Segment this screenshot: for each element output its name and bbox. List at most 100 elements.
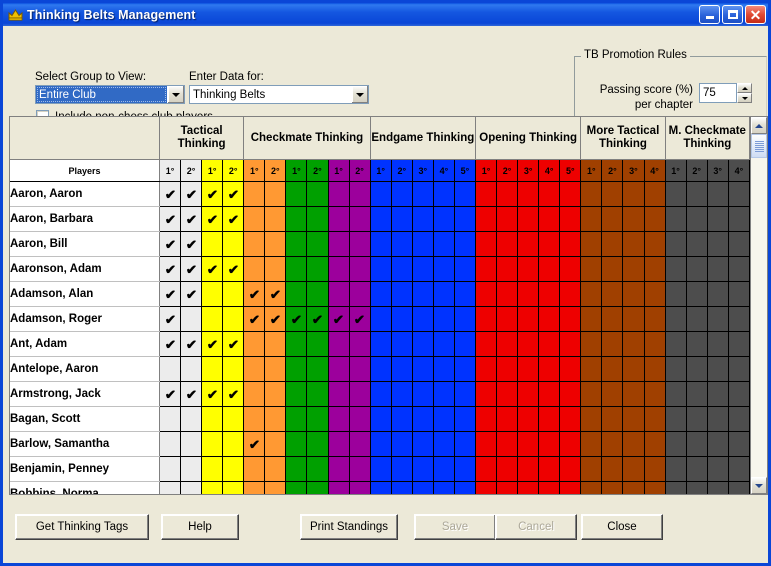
belt-cell[interactable] xyxy=(517,356,540,382)
belt-cell[interactable] xyxy=(411,306,434,332)
belt-cell[interactable] xyxy=(306,356,329,382)
belt-cell[interactable] xyxy=(517,256,540,282)
belt-cell[interactable]: ✔ xyxy=(327,306,350,332)
belt-cell[interactable]: ✔ xyxy=(158,231,182,257)
belt-cell[interactable] xyxy=(622,381,645,407)
belt-cell[interactable] xyxy=(327,456,350,482)
chevron-down-icon[interactable] xyxy=(167,86,184,103)
belt-cell[interactable] xyxy=(348,456,371,482)
belt-cell[interactable] xyxy=(538,431,561,457)
belt-cell[interactable] xyxy=(580,231,603,257)
belt-cell[interactable] xyxy=(222,306,245,332)
belt-cell[interactable] xyxy=(643,331,666,357)
belt-cell[interactable] xyxy=(475,231,498,257)
belt-cell[interactable] xyxy=(453,231,477,257)
belt-cell[interactable]: ✔ xyxy=(180,231,203,257)
belt-cell[interactable] xyxy=(706,206,729,232)
belt-cell[interactable] xyxy=(538,281,561,307)
belt-cell[interactable]: ✔ xyxy=(222,256,245,282)
belt-cell[interactable] xyxy=(432,206,455,232)
belt-cell[interactable] xyxy=(348,181,371,207)
belt-cell[interactable] xyxy=(664,256,687,282)
belt-cell[interactable] xyxy=(453,306,477,332)
vertical-scrollbar[interactable] xyxy=(750,117,767,494)
belt-cell[interactable]: ✔ xyxy=(201,206,224,232)
belt-cell[interactable] xyxy=(580,306,603,332)
belt-cell[interactable]: ✔ xyxy=(180,381,203,407)
belt-cell[interactable]: ✔ xyxy=(158,381,182,407)
belt-cell[interactable] xyxy=(706,306,729,332)
belt-cell[interactable] xyxy=(622,456,645,482)
group-select-combo[interactable]: Entire Club xyxy=(35,85,185,104)
belt-cell[interactable] xyxy=(453,206,477,232)
belt-cell[interactable]: ✔ xyxy=(243,306,266,332)
belt-cell[interactable] xyxy=(622,356,645,382)
belt-cell[interactable] xyxy=(622,331,645,357)
belt-cell[interactable] xyxy=(475,381,498,407)
belt-cell[interactable] xyxy=(727,431,751,457)
belt-cell[interactable] xyxy=(622,431,645,457)
sub-header-5[interactable]: 2° xyxy=(264,159,287,182)
belt-cell[interactable] xyxy=(453,356,477,382)
belt-cell[interactable] xyxy=(727,256,751,282)
belt-cell[interactable]: ✔ xyxy=(158,206,182,232)
belt-cell[interactable] xyxy=(348,406,371,432)
belt-cell[interactable]: ✔ xyxy=(348,306,371,332)
belt-cell[interactable] xyxy=(432,331,455,357)
belt-cell[interactable] xyxy=(348,381,371,407)
belt-cell[interactable] xyxy=(369,206,392,232)
belt-cell[interactable] xyxy=(706,431,729,457)
belt-cell[interactable]: ✔ xyxy=(158,306,182,332)
passing-score-input[interactable]: 75 xyxy=(699,83,737,103)
belt-cell[interactable] xyxy=(158,431,182,457)
sub-header-1[interactable]: 2° xyxy=(180,159,203,182)
sub-header-10[interactable]: 1° xyxy=(369,159,392,182)
belt-cell[interactable] xyxy=(369,281,392,307)
belt-cell[interactable] xyxy=(264,406,287,432)
belt-cell[interactable] xyxy=(285,456,308,482)
belt-cell[interactable] xyxy=(327,431,350,457)
belt-cell[interactable] xyxy=(580,381,603,407)
belt-cell[interactable] xyxy=(243,456,266,482)
belt-cell[interactable] xyxy=(727,406,751,432)
belt-cell[interactable] xyxy=(243,406,266,432)
belt-cell[interactable] xyxy=(601,381,624,407)
belt-cell[interactable] xyxy=(453,281,477,307)
belt-cell[interactable] xyxy=(348,331,371,357)
belt-cell[interactable] xyxy=(664,406,687,432)
belt-cell[interactable]: ✔ xyxy=(201,381,224,407)
help-button[interactable]: Help xyxy=(161,514,239,540)
belt-cell[interactable] xyxy=(727,231,751,257)
belt-cell[interactable] xyxy=(348,231,371,257)
belt-cell[interactable] xyxy=(559,306,582,332)
belt-cell[interactable] xyxy=(517,306,540,332)
belt-cell[interactable] xyxy=(496,281,519,307)
belt-cell[interactable] xyxy=(685,356,708,382)
belt-cell[interactable] xyxy=(285,281,308,307)
spinner-up-button[interactable] xyxy=(737,83,752,93)
belt-cell[interactable] xyxy=(580,356,603,382)
belt-cell[interactable] xyxy=(306,281,329,307)
belt-cell[interactable]: ✔ xyxy=(285,306,308,332)
belt-cell[interactable] xyxy=(538,306,561,332)
belt-cell[interactable] xyxy=(559,331,582,357)
belt-cell[interactable]: ✔ xyxy=(222,381,245,407)
belt-cell[interactable] xyxy=(264,181,287,207)
belt-cell[interactable] xyxy=(201,431,224,457)
sub-header-4[interactable]: 1° xyxy=(243,159,266,182)
belt-cell[interactable] xyxy=(685,181,708,207)
belt-cell[interactable] xyxy=(559,356,582,382)
belt-cell[interactable] xyxy=(706,331,729,357)
belt-cell[interactable] xyxy=(411,206,434,232)
belt-cell[interactable] xyxy=(685,306,708,332)
belt-cell[interactable] xyxy=(411,456,434,482)
belt-cell[interactable] xyxy=(517,331,540,357)
minimize-button[interactable] xyxy=(699,5,720,24)
belt-cell[interactable] xyxy=(285,331,308,357)
scrollbar-thumb[interactable] xyxy=(751,134,767,158)
belt-cell[interactable] xyxy=(390,181,413,207)
belt-cell[interactable] xyxy=(348,256,371,282)
passing-score-spinner[interactable]: 75 xyxy=(699,83,752,103)
belt-cell[interactable]: ✔ xyxy=(222,331,245,357)
belt-cell[interactable]: ✔ xyxy=(222,206,245,232)
